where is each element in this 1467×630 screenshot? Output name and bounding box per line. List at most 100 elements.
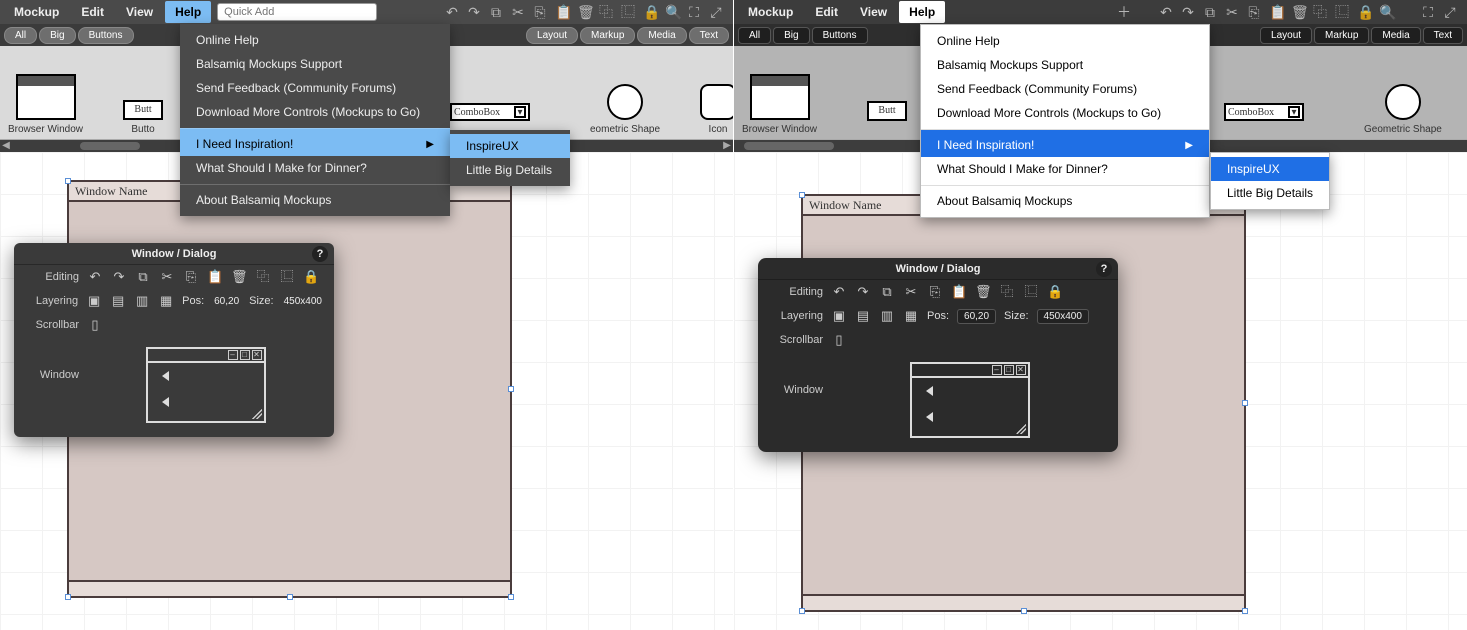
menu-feedback[interactable]: Send Feedback (Community Forums) [180,76,450,100]
send-back-icon[interactable]: ▦ [903,308,919,324]
cat-buttons[interactable]: Buttons [812,27,868,44]
libitem-button[interactable]: Butt [867,101,907,135]
menu-support[interactable]: Balsamiq Mockups Support [921,53,1209,77]
duplicate-icon[interactable]: ⧉ [1203,5,1217,19]
copy-icon[interactable]: ⎘ [927,284,943,300]
search-icon[interactable]: 🔍 [1379,5,1393,19]
menu-dinner[interactable]: What Should I Make for Dinner? [180,156,450,180]
paste-icon[interactable]: 📋 [207,269,223,285]
expand-icon[interactable]: ⤢ [709,5,723,19]
paste-icon[interactable]: 📋 [555,5,569,19]
group-icon[interactable]: ⿻ [1313,5,1327,19]
cat-layout[interactable]: Layout [526,27,578,44]
maximize-icon[interactable]: □ [1004,365,1014,375]
inspector-panel[interactable]: Window / Dialog ? Editing ↶ ↷ ⧉ ✂ ⎘ 📋 🗑 … [14,243,334,437]
send-backward-icon[interactable]: ▥ [134,293,150,309]
help-icon[interactable]: ? [312,246,328,262]
ungroup-icon[interactable]: ⿺ [279,269,295,285]
size-value[interactable]: 450x400 [282,296,324,307]
menu-inspiration[interactable]: I Need Inspiration! ▶ [921,129,1209,157]
search-icon[interactable]: 🔍 [665,5,679,19]
bring-forward-icon[interactable]: ▤ [855,308,871,324]
fullscreen-icon[interactable]: ⛶ [1421,5,1435,19]
duplicate-icon[interactable]: ⧉ [879,284,895,300]
menu-edit[interactable]: Edit [805,1,848,23]
menu-inspiration[interactable]: I Need Inspiration! ▶ [180,128,450,156]
help-icon[interactable]: ? [1096,261,1112,277]
cat-markup[interactable]: Markup [1314,27,1369,44]
libitem-browser[interactable]: Browser Window [8,74,83,135]
bring-front-icon[interactable]: ▣ [86,293,102,309]
cut-icon[interactable]: ✂ [903,284,919,300]
menu-feedback[interactable]: Send Feedback (Community Forums) [921,77,1209,101]
menu-dinner[interactable]: What Should I Make for Dinner? [921,157,1209,181]
bring-front-icon[interactable]: ▣ [831,308,847,324]
lock-icon[interactable]: 🔒 [643,5,657,19]
window-preview[interactable]: – □ ✕ [910,362,1030,438]
redo-icon[interactable]: ↷ [467,5,481,19]
delete-icon[interactable]: 🗑 [231,269,247,285]
menu-mockup[interactable]: Mockup [4,1,69,23]
minimize-icon[interactable]: – [228,350,238,360]
submenu-little-big-details[interactable]: Little Big Details [450,158,570,182]
libitem-icon[interactable]: Icon [700,84,733,135]
send-backward-icon[interactable]: ▥ [879,308,895,324]
menu-about[interactable]: About Balsamiq Mockups [921,185,1209,213]
submenu-little-big-details[interactable]: Little Big Details [1211,181,1329,205]
lock-icon[interactable]: 🔒 [1047,284,1063,300]
minimize-icon[interactable]: – [992,365,1002,375]
duplicate-icon[interactable]: ⧉ [135,269,151,285]
redo-icon[interactable]: ↷ [1181,5,1195,19]
quick-add-input[interactable] [217,3,377,21]
resize-grip-icon[interactable] [1016,424,1026,434]
libitem-combobox[interactable]: ComboBox ▾ [1224,103,1304,135]
undo-icon[interactable]: ↶ [1159,5,1173,19]
ungroup-icon[interactable]: ⿺ [1023,284,1039,300]
delete-icon[interactable]: 🗑 [975,284,991,300]
delete-icon[interactable]: 🗑 [577,5,591,19]
menu-mockup[interactable]: Mockup [738,1,803,23]
scrollbar-toggle-icon[interactable]: ▯ [831,332,847,348]
close-icon[interactable]: ✕ [252,350,262,360]
cut-icon[interactable]: ✂ [511,5,525,19]
copy-icon[interactable]: ⎘ [533,5,547,19]
cat-big[interactable]: Big [773,27,809,44]
menu-help[interactable]: Help [899,1,945,23]
libitem-browser[interactable]: Browser Window [742,74,817,135]
group-icon[interactable]: ⿻ [999,284,1015,300]
cat-media[interactable]: Media [637,27,686,44]
submenu-inspireux[interactable]: InspireUX [1211,157,1329,181]
lock-icon[interactable]: 🔒 [303,269,319,285]
undo-icon[interactable]: ↶ [445,5,459,19]
cat-text[interactable]: Text [1423,27,1463,44]
duplicate-icon[interactable]: ⧉ [489,5,503,19]
bring-forward-icon[interactable]: ▤ [110,293,126,309]
redo-icon[interactable]: ↷ [855,284,871,300]
menu-download-controls[interactable]: Download More Controls (Mockups to Go) [921,101,1209,125]
send-back-icon[interactable]: ▦ [158,293,174,309]
cat-layout[interactable]: Layout [1260,27,1312,44]
scroll-right-icon[interactable]: ▶ [721,140,733,152]
menu-download-controls[interactable]: Download More Controls (Mockups to Go) [180,100,450,124]
cat-media[interactable]: Media [1371,27,1420,44]
menu-help[interactable]: Help [165,1,211,23]
scrollbar-toggle-icon[interactable]: ▯ [87,317,103,333]
delete-icon[interactable]: 🗑 [1291,5,1305,19]
window-preview[interactable]: – □ ✕ [146,347,266,423]
scroll-thumb[interactable] [744,142,834,150]
fullscreen-icon[interactable]: ⛶ [687,5,701,19]
copy-icon[interactable]: ⎘ [183,269,199,285]
copy-icon[interactable]: ⎘ [1247,5,1261,19]
cut-icon[interactable]: ✂ [1225,5,1239,19]
menu-view[interactable]: View [850,1,897,23]
ungroup-icon[interactable]: ⿺ [621,5,635,19]
cat-all[interactable]: All [738,27,771,44]
cat-big[interactable]: Big [39,27,75,44]
position-value[interactable]: 60,20 [212,296,241,307]
menu-view[interactable]: View [116,1,163,23]
libitem-button[interactable]: Butt Butto [123,100,163,135]
size-value[interactable]: 450x400 [1037,309,1089,324]
menu-edit[interactable]: Edit [71,1,114,23]
cat-text[interactable]: Text [689,27,729,44]
libitem-shape[interactable]: eometric Shape [590,84,660,135]
